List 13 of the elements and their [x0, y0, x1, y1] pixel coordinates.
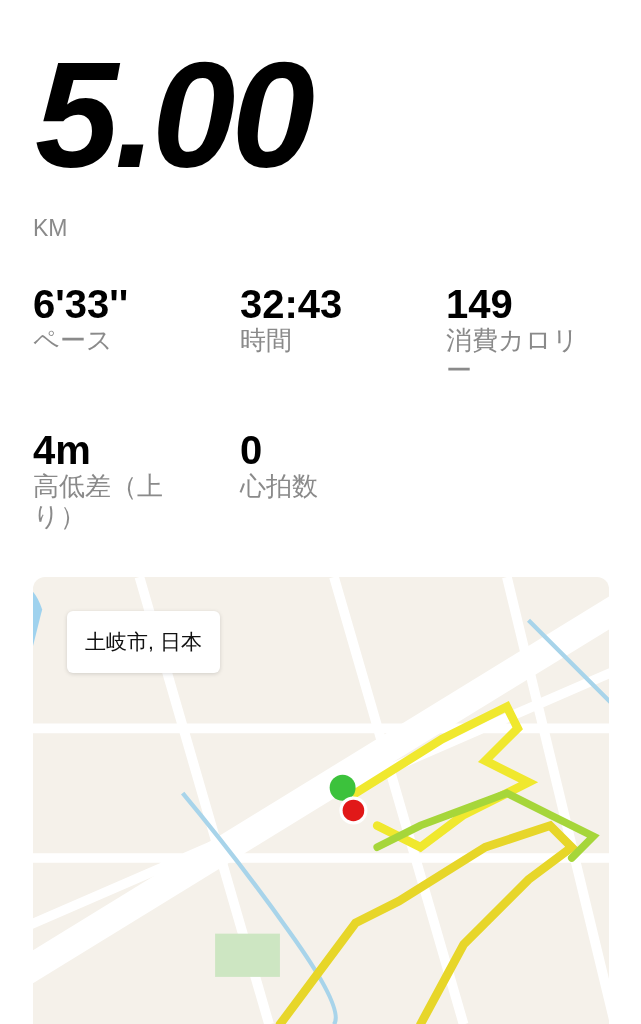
- stat-value: 32:43: [240, 282, 343, 326]
- distance-value: 5.00: [35, 40, 311, 190]
- stat-label: 高低差（上り）: [33, 471, 164, 532]
- stat-label: 消費カロリー: [446, 326, 580, 386]
- stat-label: 心拍数: [240, 471, 318, 502]
- stat-value: 6'33'': [33, 282, 129, 326]
- stat-value: 4m: [33, 427, 91, 472]
- stat-label: ペース: [33, 326, 113, 356]
- distance-unit: KM: [33, 215, 68, 242]
- stat-label: 時間: [240, 326, 292, 356]
- stat-value: 149: [446, 282, 513, 326]
- location-label: 土岐市, 日本: [67, 610, 220, 673]
- stat-value: 0: [240, 427, 263, 472]
